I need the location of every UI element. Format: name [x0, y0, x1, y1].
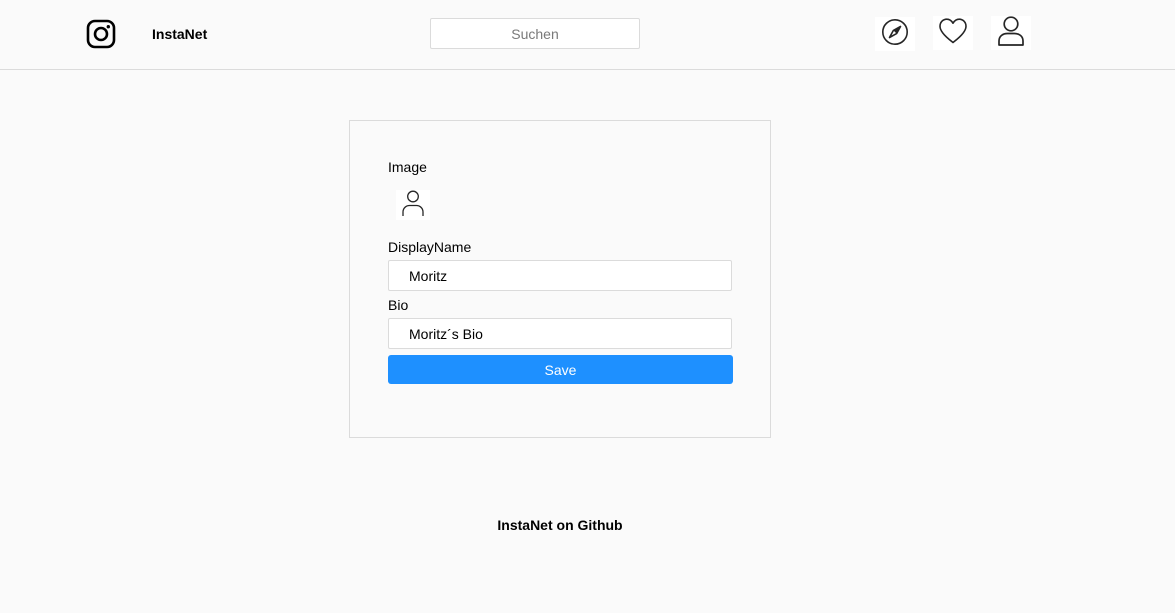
instagram-logo-icon[interactable]: [86, 19, 116, 49]
bio-label: Bio: [388, 297, 409, 313]
profile-icon: [996, 15, 1026, 52]
avatar-placeholder-icon: [400, 189, 426, 222]
compass-icon: [881, 18, 909, 51]
explore-button[interactable]: [875, 17, 915, 51]
heart-icon: [938, 17, 968, 50]
brand-name[interactable]: InstaNet: [152, 25, 207, 43]
top-navigation-bar: InstaNet: [0, 0, 1175, 70]
display-name-input[interactable]: [388, 260, 732, 291]
github-link[interactable]: InstaNet on Github: [0, 516, 1120, 534]
image-label: Image: [388, 159, 427, 175]
search-input[interactable]: [430, 18, 640, 49]
profile-image-picker[interactable]: [396, 190, 430, 220]
save-button[interactable]: Save: [388, 355, 733, 384]
edit-profile-form: Image DisplayName Bio Save: [349, 120, 771, 438]
display-name-label: DisplayName: [388, 239, 472, 255]
profile-button[interactable]: [991, 15, 1031, 52]
activity-button[interactable]: [933, 16, 973, 50]
bio-input[interactable]: [388, 318, 732, 349]
page: InstaNet Suchen Image DisplayName Moritz…: [0, 0, 1175, 613]
